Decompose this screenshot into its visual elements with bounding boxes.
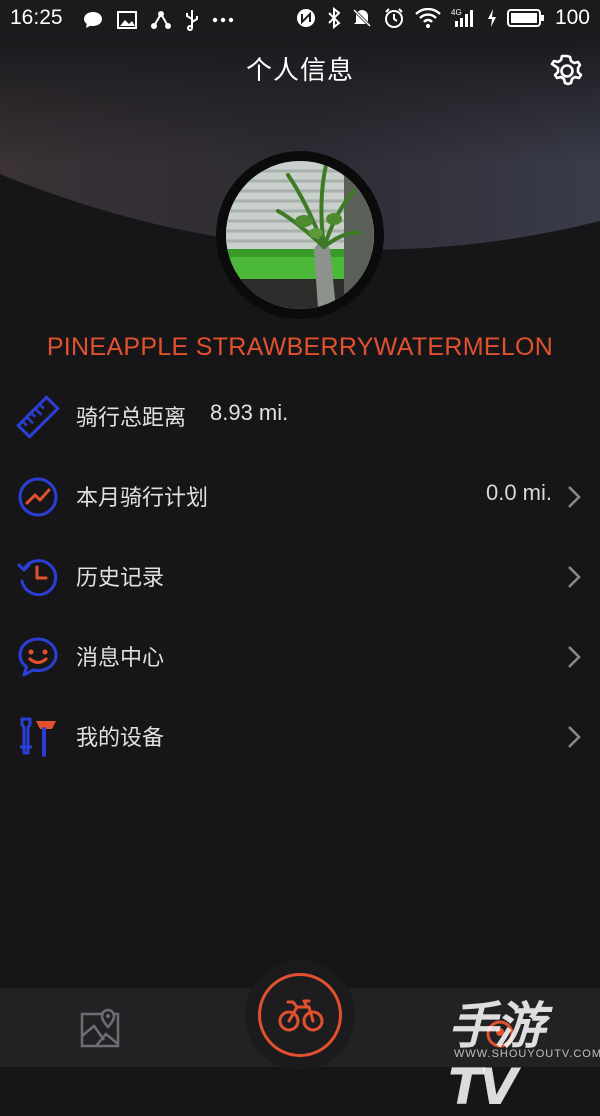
nfc-icon — [296, 9, 315, 27]
username: PINEAPPLE STRAWBERRYWATERMELON — [46, 333, 554, 361]
settings-button[interactable] — [548, 52, 586, 90]
charging-icon — [487, 9, 496, 27]
menu-row-history[interactable]: 历史记录 — [0, 536, 600, 616]
status-left-icons — [82, 9, 234, 31]
svg-text:4G: 4G — [451, 8, 462, 17]
map-icon — [80, 1008, 120, 1048]
message-smiley-icon — [16, 635, 60, 679]
status-time: 16:25 — [10, 6, 63, 29]
share-icon — [151, 11, 171, 29]
menu-row-messages[interactable]: 消息中心 — [0, 616, 600, 696]
chevron-right-icon — [568, 566, 581, 588]
watermark-logo: 手游TV WWW.SHOUYOUTV.COM — [448, 986, 600, 1116]
menu-label-messages: 消息中心 — [76, 646, 165, 671]
menu-label-history: 历史记录 — [76, 566, 165, 591]
history-clock-icon — [16, 555, 60, 599]
bicycle-icon — [278, 999, 324, 1032]
menu-label-total-distance: 骑行总距离 — [76, 406, 187, 431]
start-riding-button[interactable] — [258, 973, 342, 1057]
ruler-icon — [16, 395, 60, 439]
watermark-url: WWW.SHOUYOUTV.COM — [454, 1048, 600, 1060]
battery-level: 100 — [554, 6, 590, 29]
mute-icon — [352, 8, 372, 28]
monthly-plan-value: 0.0 mi. — [485, 480, 552, 505]
battery-icon — [506, 9, 544, 27]
page-title: 个人信息 — [245, 56, 354, 86]
avatar-photo — [226, 161, 374, 309]
alarm-icon — [384, 8, 403, 28]
bluetooth-icon — [328, 7, 341, 29]
chat-icon — [84, 12, 102, 28]
plan-chart-icon — [16, 475, 60, 519]
status-right-icons: 4G 100 — [295, 6, 590, 30]
menu-label-devices: 我的设备 — [76, 726, 165, 751]
wifi-icon — [415, 8, 441, 28]
chevron-right-icon — [568, 646, 581, 668]
menu-row-devices[interactable]: 我的设备 — [0, 696, 600, 776]
chevron-right-icon — [568, 486, 581, 508]
status-bar: 16:25 4G 100 — [0, 0, 600, 36]
usb-icon — [186, 10, 198, 31]
gear-icon — [550, 54, 583, 86]
menu-row-total-distance: 骑行总距离 8.93 mi. — [0, 376, 600, 456]
tab-map[interactable] — [78, 1006, 122, 1050]
tools-icon — [16, 715, 60, 759]
avatar[interactable] — [216, 151, 384, 319]
signal-4g-icon: 4G — [451, 8, 473, 27]
gallery-icon — [117, 11, 137, 29]
menu-label-monthly-plan: 本月骑行计划 — [76, 486, 209, 511]
menu-row-monthly-plan[interactable]: 本月骑行计划 0.0 mi. — [0, 456, 600, 536]
total-distance-value: 8.93 mi. — [210, 400, 289, 425]
more-icon — [212, 17, 234, 23]
chevron-right-icon — [568, 726, 581, 748]
